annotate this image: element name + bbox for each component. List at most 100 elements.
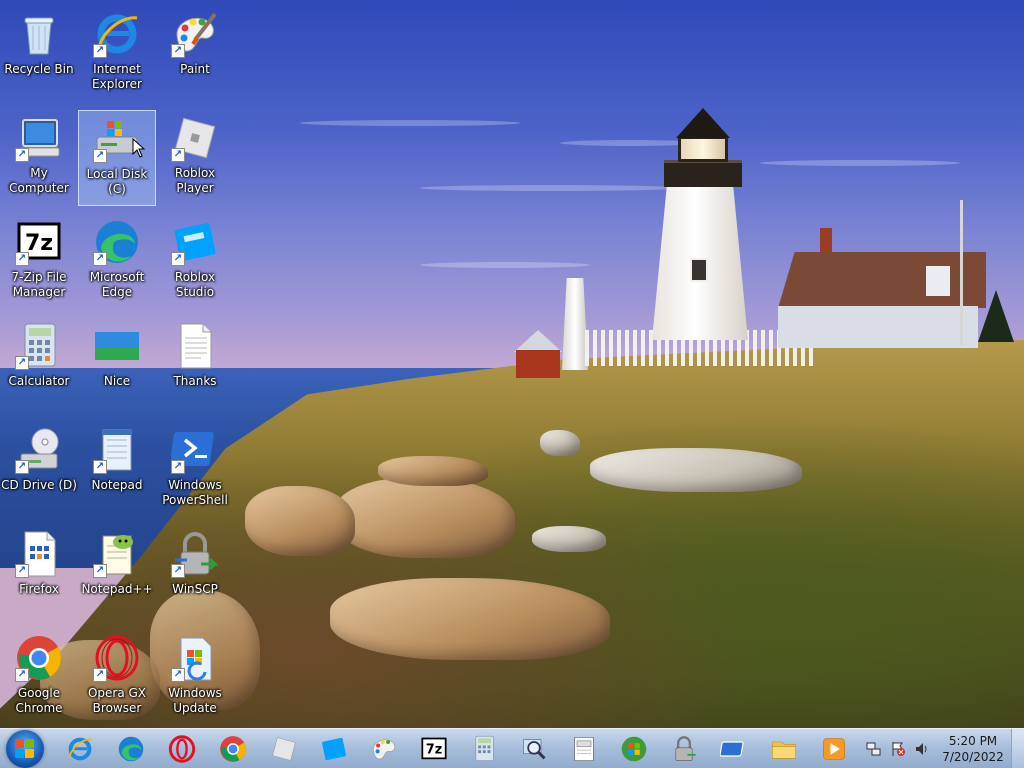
taskbar-winscp[interactable]	[666, 732, 702, 766]
keepers-house	[778, 228, 986, 348]
desktop-icon-label: Nice	[103, 374, 131, 388]
desktop-icon-label: Roblox Studio	[174, 270, 216, 299]
desktop-icon-windows-update[interactable]: ↗ Windows Update	[156, 630, 234, 726]
rock	[540, 430, 580, 456]
paint-icon	[370, 735, 398, 763]
desktop-icon-label: Windows Update	[168, 686, 222, 715]
opera-icon	[168, 735, 196, 763]
system-tray	[862, 735, 942, 763]
roblox-studio-icon	[320, 735, 348, 763]
powershell-icon: ↗	[169, 426, 219, 474]
desktop-icon-thanks[interactable]: Thanks	[156, 318, 234, 414]
shortcut-arrow-icon: ↗	[171, 460, 185, 474]
computer-icon: ↗	[15, 114, 63, 162]
taskbar-notepad[interactable]	[566, 732, 602, 766]
taskbar-opera[interactable]	[164, 732, 200, 766]
shortcut-arrow-icon: ↗	[171, 564, 185, 578]
shortcut-arrow-icon: ↗	[171, 252, 185, 266]
roblox-player-icon: ↗	[171, 114, 219, 162]
desktop-icon-nice[interactable]: Nice	[78, 318, 156, 414]
desktop-icon-notepadplusplus[interactable]: ↗ Notepad++	[78, 526, 156, 622]
rock	[532, 526, 606, 552]
desktop-icon-label: Google Chrome	[15, 686, 63, 715]
desktop-icon-calculator[interactable]: ↗ Calculator	[0, 318, 78, 414]
desktop-icon-paint[interactable]: ↗ Paint	[156, 6, 234, 102]
shortcut-arrow-icon: ↗	[171, 44, 185, 58]
desktop-icon-label: Roblox Player	[174, 166, 216, 195]
desktop-icon-notepad[interactable]: ↗ Notepad	[78, 422, 156, 518]
taskbar-magnifier[interactable]	[516, 732, 552, 766]
shortcut-arrow-icon: ↗	[93, 460, 107, 474]
desktop-icon-label: 7-Zip File Manager	[11, 270, 67, 299]
network-icon[interactable]	[866, 741, 882, 757]
taskbar-chrome[interactable]	[215, 732, 251, 766]
desktop-icon-label: Microsoft Edge	[89, 270, 145, 299]
taskbar-media-player[interactable]	[816, 732, 852, 766]
taskbar-roblox-player[interactable]	[266, 732, 302, 766]
shortcut-arrow-icon: ↗	[15, 460, 29, 474]
desktop-icon-label: Calculator	[8, 374, 70, 388]
clock-time: 5:20 PM	[948, 734, 998, 748]
winscp-icon: ↗	[171, 530, 219, 578]
taskbar: 7z 5:20 PM 7/20/2022	[0, 728, 1024, 768]
action-center-flag-icon[interactable]	[890, 741, 906, 757]
folder-icon	[770, 735, 798, 763]
shortcut-arrow-icon: ↗	[93, 564, 107, 578]
desktop-icon-7zip[interactable]: 7z ↗ 7-Zip File Manager	[0, 214, 78, 310]
remote-desktop-icon	[719, 735, 748, 763]
rock	[590, 448, 802, 492]
desktop-icon-google-chrome[interactable]: ↗ Google Chrome	[0, 630, 78, 726]
lighthouse-lantern	[678, 136, 728, 162]
shortcut-arrow-icon: ↗	[93, 668, 107, 682]
desktop-icon-label: Recycle Bin	[4, 62, 74, 76]
desktop-icon-my-computer[interactable]: ↗ My Computer	[0, 110, 78, 206]
desktop-icon-winscp[interactable]: ↗ WinSCP	[156, 526, 234, 622]
shortcut-arrow-icon: ↗	[15, 252, 29, 266]
desktop-icon-microsoft-edge[interactable]: ↗ Microsoft Edge	[78, 214, 156, 310]
taskbar-windows[interactable]	[616, 732, 652, 766]
taskbar-internet-explorer[interactable]	[62, 732, 98, 766]
desktop-icon-powershell[interactable]: ↗ Windows PowerShell	[156, 422, 234, 518]
desktop-icon-label: Paint	[180, 62, 210, 76]
volume-icon[interactable]	[914, 741, 930, 757]
desktop-icon-recycle-bin[interactable]: Recycle Bin	[0, 6, 78, 102]
desktop-icon-opera-gx[interactable]: ↗ Opera GX Browser	[78, 630, 156, 726]
lighthouse-window	[690, 258, 708, 282]
shortcut-arrow-icon: ↗	[15, 668, 29, 682]
shortcut-arrow-icon: ↗	[93, 149, 107, 163]
taskbar-file-explorer[interactable]	[766, 732, 802, 766]
windows-update-icon: ↗	[171, 634, 219, 682]
desktop-icon-firefox[interactable]: ↗ Firefox	[0, 526, 78, 622]
opera-gx-icon: ↗	[93, 634, 141, 682]
cloud-streak	[420, 262, 590, 268]
edge-icon	[117, 735, 145, 763]
start-button[interactable]	[6, 730, 44, 768]
taskbar-edge[interactable]	[113, 732, 149, 766]
desktop-icon-label: Firefox	[19, 582, 59, 596]
lighthouse-gallery	[664, 160, 742, 187]
taskbar-clock[interactable]: 5:20 PM 7/20/2022	[938, 733, 1008, 765]
taskbar-calculator[interactable]	[466, 732, 502, 766]
taskbar-roblox-studio[interactable]	[316, 732, 352, 766]
desktop-icon-cd-drive[interactable]: ↗ CD Drive (D)	[0, 422, 78, 518]
red-shed	[514, 330, 562, 378]
text-file-icon	[171, 322, 219, 370]
winscp-icon	[670, 735, 698, 763]
taskbar-remote-desktop[interactable]	[716, 732, 752, 766]
rock	[330, 578, 610, 660]
taskbar-7zip[interactable]: 7z	[416, 732, 452, 766]
chrome-icon	[219, 735, 247, 763]
shortcut-arrow-icon: ↗	[15, 148, 29, 162]
desktop-icon-roblox-player[interactable]: ↗ Roblox Player	[156, 110, 234, 206]
desktop-icon-roblox-studio[interactable]: ↗ Roblox Studio	[156, 214, 234, 310]
shortcut-arrow-icon: ↗	[171, 668, 185, 682]
firefox-document-icon: ↗	[15, 530, 63, 578]
show-desktop-button[interactable]	[1011, 729, 1024, 768]
notepadplusplus-icon: ↗	[93, 530, 141, 578]
cloud-streak	[760, 160, 960, 166]
taskbar-paint[interactable]	[366, 732, 402, 766]
desktop-icon-internet-explorer[interactable]: ↗ Internet Explorer	[78, 6, 156, 102]
shortcut-arrow-icon: ↗	[93, 44, 107, 58]
rock	[245, 486, 355, 556]
recycle-bin-icon	[15, 10, 63, 58]
